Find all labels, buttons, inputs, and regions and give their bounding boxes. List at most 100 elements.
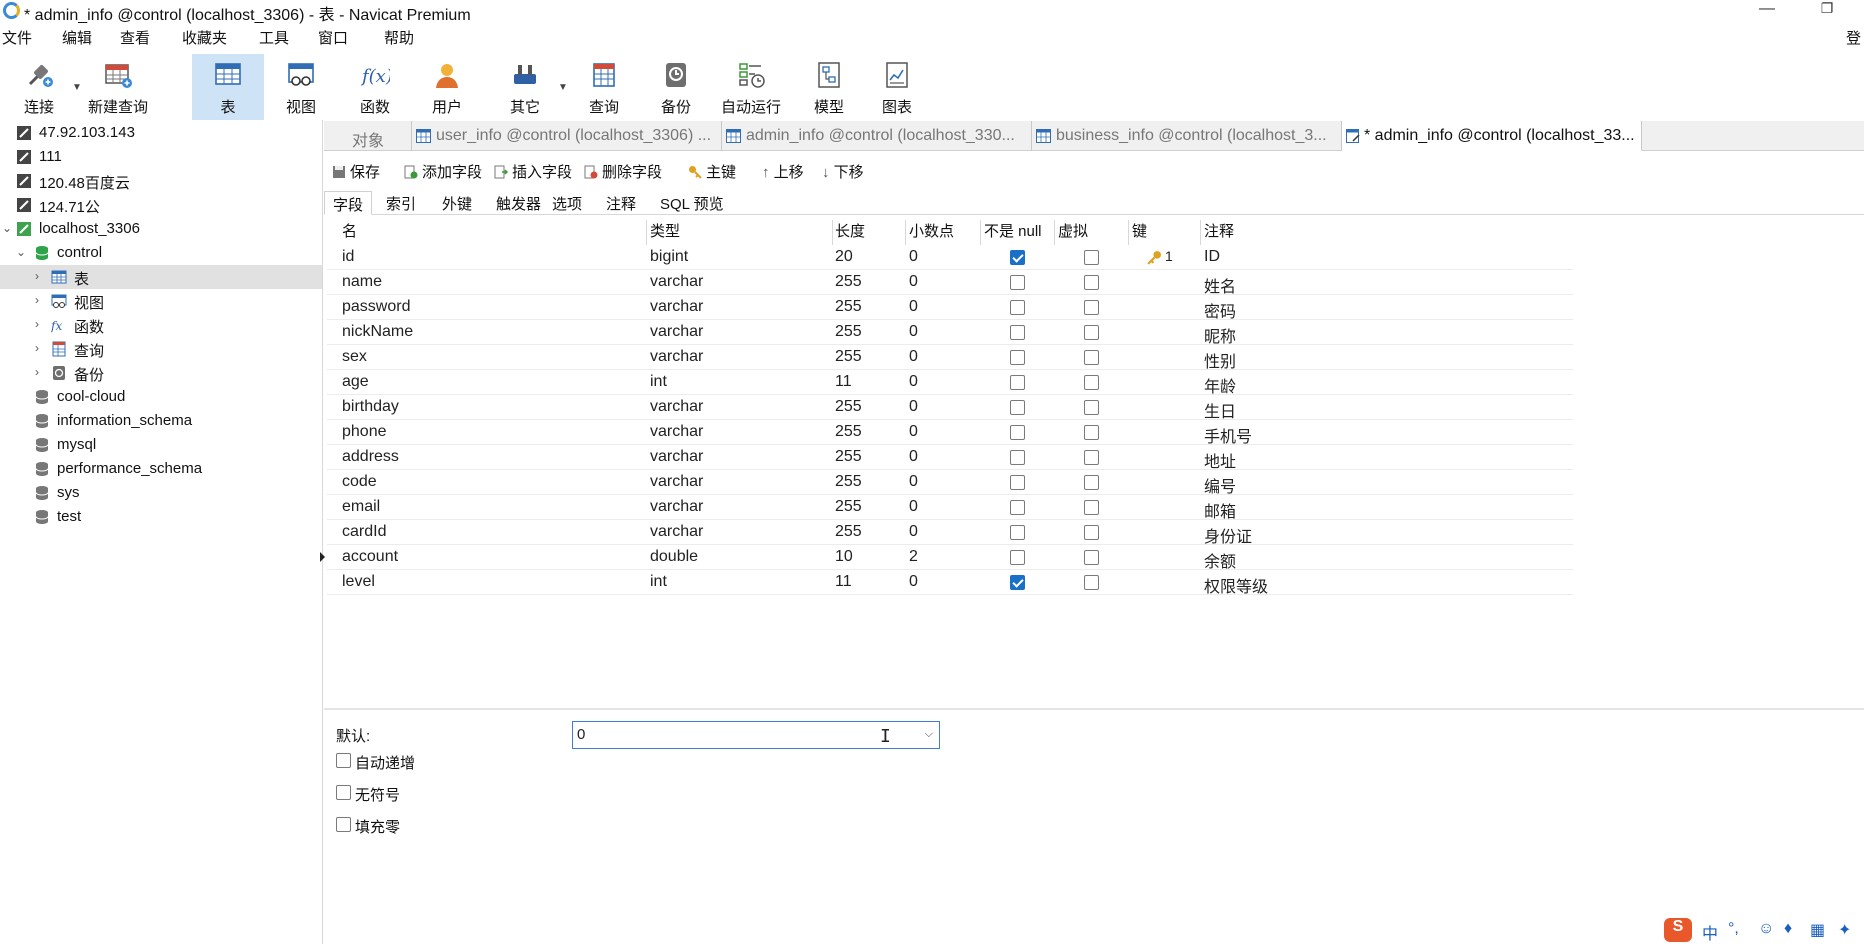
field-type-cell[interactable]: varchar: [650, 448, 703, 466]
menu-view[interactable]: 查看: [120, 27, 150, 48]
field-comment-cell[interactable]: 编号: [1204, 473, 1236, 497]
field-type-cell[interactable]: varchar: [650, 323, 703, 341]
default-value[interactable]: 0: [577, 726, 585, 743]
emoji-icon[interactable]: ☺: [1758, 920, 1774, 938]
not-null-checkbox[interactable]: [1010, 300, 1025, 315]
field-length-cell[interactable]: 255: [835, 498, 862, 516]
login-menu[interactable]: 登: [1846, 27, 1861, 48]
menu-file[interactable]: 文件: [2, 27, 32, 48]
sogou-ime-icon[interactable]: S: [1664, 918, 1692, 942]
field-name-cell[interactable]: nickName: [342, 323, 413, 341]
not-null-checkbox[interactable]: [1010, 250, 1025, 265]
field-comment-cell[interactable]: 年龄: [1204, 373, 1236, 397]
field-comment-cell[interactable]: 邮箱: [1204, 498, 1236, 522]
field-row[interactable]: account double 10 2 余额: [320, 545, 1573, 572]
field-comment-cell[interactable]: 昵称: [1204, 323, 1236, 347]
field-type-cell[interactable]: varchar: [650, 298, 703, 316]
subtab-fields[interactable]: 字段: [324, 191, 373, 215]
col-header-not-null[interactable]: 不是 null: [984, 220, 1042, 245]
tree-item-connection-2[interactable]: 111: [0, 145, 322, 169]
col-header-virtual[interactable]: 虚拟: [1058, 220, 1088, 245]
tab-business-info[interactable]: business_info @control (localhost_3...: [1032, 121, 1342, 151]
tab-admin-info[interactable]: admin_info @control (localhost_330...: [722, 121, 1032, 151]
skin-icon[interactable]: ✦: [1838, 920, 1851, 940]
field-type-cell[interactable]: double: [650, 548, 698, 566]
virtual-checkbox[interactable]: [1084, 475, 1099, 490]
ime-mode[interactable]: 中: [1702, 920, 1718, 944]
toolbar-new-query-button[interactable]: 新建查询: [84, 54, 152, 120]
delete-field-button[interactable]: 删除字段: [584, 161, 662, 182]
field-name-cell[interactable]: birthday: [342, 398, 399, 416]
field-comment-cell[interactable]: 性别: [1204, 348, 1236, 372]
subtab-options[interactable]: 选项: [544, 191, 590, 215]
collapse-chevron-icon[interactable]: ⌄: [16, 245, 26, 259]
field-decimals-cell[interactable]: 2: [909, 548, 918, 566]
field-length-cell[interactable]: 11: [835, 373, 852, 391]
expand-chevron-icon[interactable]: ›: [35, 317, 39, 331]
field-decimals-cell[interactable]: 0: [909, 248, 918, 266]
tree-item-connection-3[interactable]: 120.48百度云: [0, 169, 322, 193]
toolbar-autorun-button[interactable]: 自动运行: [710, 54, 792, 120]
tree-item-localhost[interactable]: ⌄ localhost_3306: [0, 217, 322, 241]
field-length-cell[interactable]: 255: [835, 473, 862, 491]
toolbar-backup-button[interactable]: 备份: [644, 54, 708, 120]
tree-item-database-cool-cloud[interactable]: cool-cloud: [0, 385, 322, 409]
field-row[interactable]: level int 11 0 权限等级: [327, 570, 1573, 596]
not-null-checkbox[interactable]: [1010, 400, 1025, 415]
field-type-cell[interactable]: bigint: [650, 248, 688, 266]
minimize-button[interactable]: —: [1744, 0, 1790, 22]
virtual-checkbox[interactable]: [1084, 450, 1099, 465]
field-name-cell[interactable]: age: [342, 373, 369, 391]
field-type-cell[interactable]: varchar: [650, 523, 703, 541]
ime-punctuation[interactable]: °,: [1728, 920, 1739, 938]
field-name-cell[interactable]: cardId: [342, 523, 386, 541]
unsigned-checkbox[interactable]: [336, 785, 351, 800]
field-length-cell[interactable]: 255: [835, 298, 862, 316]
tree-item-database-test[interactable]: test: [0, 505, 322, 529]
toolbar-query-button[interactable]: 查询: [572, 54, 636, 120]
toolbar-table-button[interactable]: 表: [192, 54, 264, 120]
tab-user-info[interactable]: user_info @control (localhost_3306) ...: [412, 121, 722, 151]
field-row[interactable]: id bigint 20 0 1 ID: [327, 245, 1573, 270]
field-comment-cell[interactable]: 余额: [1204, 548, 1236, 572]
field-row[interactable]: birthday varchar 255 0 生日: [327, 395, 1573, 421]
chevron-down-icon[interactable]: ⌵: [925, 728, 933, 741]
virtual-checkbox[interactable]: [1084, 300, 1099, 315]
keyboard-icon[interactable]: ▦: [1810, 920, 1825, 940]
field-decimals-cell[interactable]: 0: [909, 373, 918, 391]
virtual-checkbox[interactable]: [1084, 350, 1099, 365]
tree-item-queries[interactable]: › 查询: [0, 337, 322, 361]
field-row[interactable]: password varchar 255 0 密码: [327, 295, 1573, 321]
virtual-checkbox[interactable]: [1084, 575, 1099, 590]
field-row[interactable]: age int 11 0 年龄: [327, 370, 1573, 397]
toolbar-user-button[interactable]: 用户: [414, 54, 480, 120]
field-name-cell[interactable]: password: [342, 298, 410, 316]
collapse-chevron-icon[interactable]: ⌄: [2, 221, 12, 235]
menu-favorites[interactable]: 收藏夹: [182, 27, 227, 48]
col-header-length[interactable]: 长度: [835, 220, 865, 245]
not-null-checkbox[interactable]: [1010, 350, 1025, 365]
subtab-indexes[interactable]: 索引: [378, 191, 424, 215]
field-length-cell[interactable]: 255: [835, 398, 862, 416]
virtual-checkbox[interactable]: [1084, 325, 1099, 340]
move-up-button[interactable]: ↑ 上移: [762, 161, 804, 182]
expand-chevron-icon[interactable]: ›: [35, 293, 39, 307]
subtab-comment[interactable]: 注释: [598, 191, 644, 215]
subtab-foreign-keys[interactable]: 外键: [434, 191, 480, 215]
tree-item-connection-4[interactable]: 124.71公: [0, 193, 322, 217]
field-comment-cell[interactable]: 手机号: [1204, 423, 1252, 447]
field-row[interactable]: sex varchar 255 0 性别: [327, 345, 1573, 372]
col-header-name[interactable]: 名: [342, 220, 357, 245]
not-null-checkbox[interactable]: [1010, 325, 1025, 340]
tree-item-database-information-schema[interactable]: information_schema: [0, 409, 322, 433]
field-name-cell[interactable]: code: [342, 473, 377, 491]
field-name-cell[interactable]: name: [342, 273, 382, 291]
field-name-cell[interactable]: email: [342, 498, 380, 516]
menu-edit[interactable]: 编辑: [62, 27, 92, 48]
field-length-cell[interactable]: 20: [835, 248, 853, 266]
field-row[interactable]: address varchar 255 0 地址: [327, 445, 1573, 471]
not-null-checkbox[interactable]: [1010, 500, 1025, 515]
virtual-checkbox[interactable]: [1084, 425, 1099, 440]
field-name-cell[interactable]: id: [342, 248, 354, 266]
virtual-checkbox[interactable]: [1084, 400, 1099, 415]
